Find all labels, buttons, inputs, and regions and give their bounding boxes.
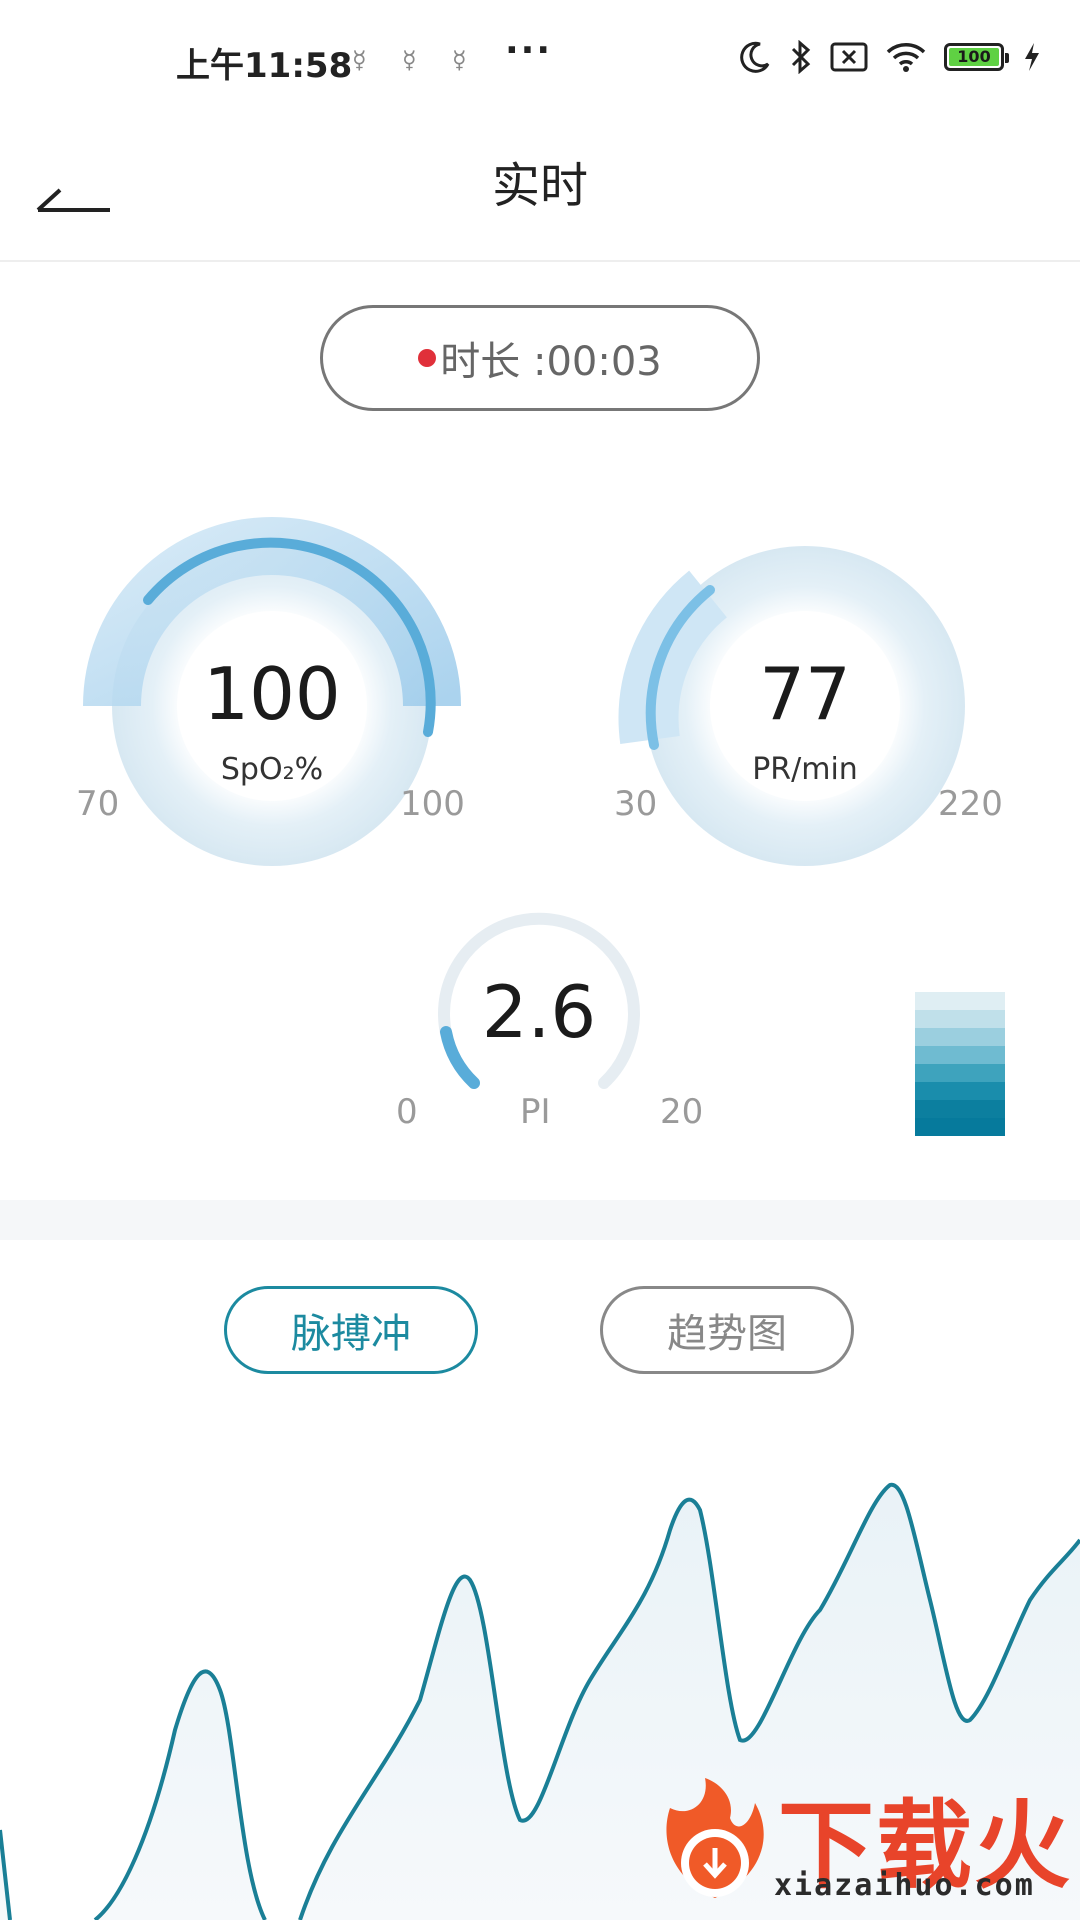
- pi-max: 20: [660, 1092, 704, 1132]
- tab-pulse[interactable]: 脉搏冲: [224, 1286, 478, 1374]
- signal-scale-block: [915, 1118, 1005, 1136]
- signal-scale-block: [915, 992, 1005, 1010]
- watermark: 下载火 xiazaihuo.com: [640, 1778, 1080, 1920]
- section-divider: [0, 1200, 1080, 1240]
- signal-scale-block: [915, 1010, 1005, 1028]
- pi-min: 0: [396, 1092, 418, 1132]
- watermark-en: xiazaihuo.com: [774, 1868, 1035, 1903]
- spo2-unit: SpO₂%: [220, 752, 324, 787]
- pr-unit: PR/min: [752, 752, 858, 787]
- watermark-logo-icon: [666, 1778, 764, 1898]
- pr-min: 30: [614, 784, 658, 824]
- pr-value: 77: [759, 652, 851, 736]
- pr-max: 220: [938, 784, 1003, 824]
- tab-trend[interactable]: 趋势图: [600, 1286, 854, 1374]
- signal-scale-block: [915, 1028, 1005, 1046]
- screen: 上午11:58 ☿ ☿ ☿ ··· 100 实时 时长:00:03 100 S…: [0, 0, 1080, 1920]
- signal-scale-block: [915, 1046, 1005, 1064]
- signal-strength-scale: [915, 992, 1005, 1136]
- pi-unit: PI: [520, 1092, 551, 1132]
- spo2-min: 70: [76, 784, 120, 824]
- spo2-value: 100: [203, 652, 341, 736]
- pi-value: 2.6: [481, 970, 597, 1054]
- signal-scale-block: [915, 1100, 1005, 1118]
- signal-scale-block: [915, 1082, 1005, 1100]
- spo2-max: 100: [400, 784, 465, 824]
- signal-scale-block: [915, 1064, 1005, 1082]
